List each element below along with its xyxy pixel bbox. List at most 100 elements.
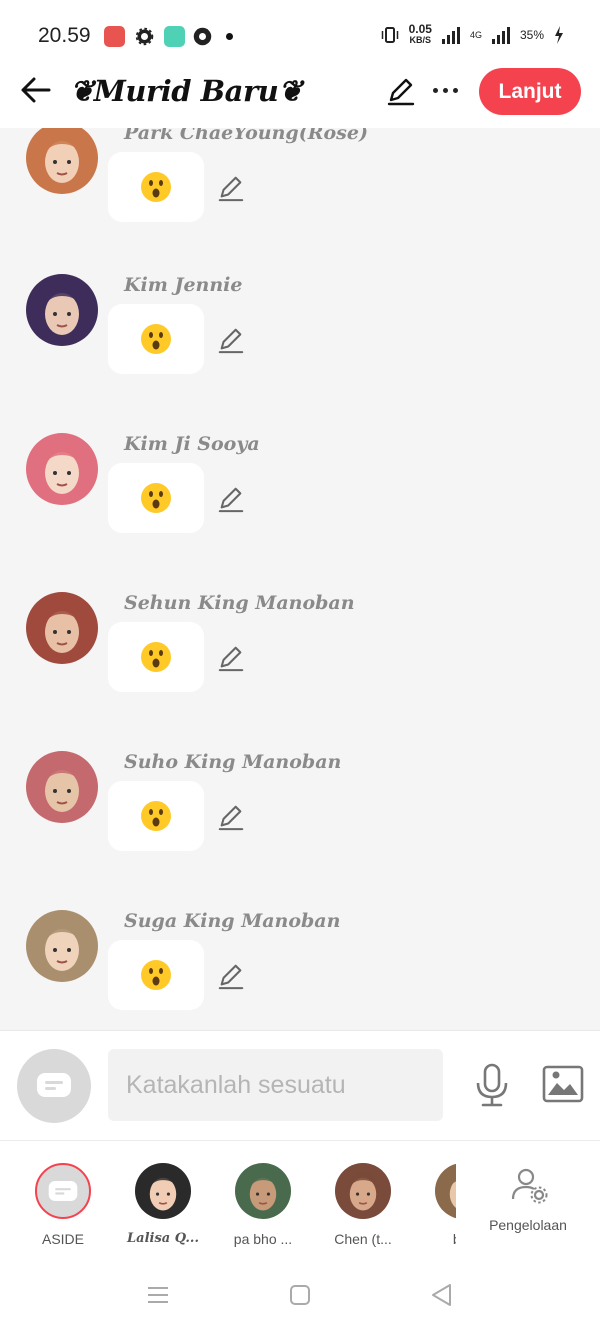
chat-message[interactable]: Kim Ji Sooya — [0, 433, 600, 573]
character-avatar[interactable] — [26, 751, 98, 823]
music-app-icon — [104, 26, 125, 47]
edit-title-button[interactable] — [386, 76, 416, 106]
astonished-face-icon — [140, 323, 172, 355]
network-speed: 0.05 KB/S — [408, 22, 432, 46]
character-name: Suga King Manoban — [124, 910, 341, 932]
speed-value: 0.05 — [408, 22, 432, 36]
status-time: 20.59 — [38, 24, 91, 47]
role-label: Chen (t... — [334, 1231, 392, 1247]
more-options-button[interactable] — [430, 78, 460, 102]
chat-message[interactable]: Kim Jennie — [0, 274, 600, 414]
system-nav-bar — [0, 1260, 600, 1333]
message-bubble[interactable] — [108, 304, 204, 374]
chat-message[interactable]: Sehun King Manoban — [0, 592, 600, 732]
role-bar: barChen (t...pa bho ...Lalisa Q...ASIDE … — [0, 1140, 600, 1260]
character-name: Sehun King Manoban — [124, 592, 355, 614]
pencil-icon — [217, 805, 245, 835]
role-label: Lalisa Q... — [127, 1231, 199, 1246]
pencil-icon — [387, 78, 415, 106]
role-avatar — [235, 1163, 291, 1219]
role-label: pa bho ... — [233, 1231, 293, 1247]
cell-signal-icon — [491, 26, 510, 44]
message-bubble[interactable] — [108, 781, 204, 851]
pencil-icon — [217, 328, 245, 358]
message-type-button[interactable] — [17, 1049, 91, 1123]
menu-icon — [148, 1287, 168, 1303]
chat-list[interactable]: Park ChaeYoung(Rose) Kim Jennie Kim Ji Soo… — [0, 128, 600, 1030]
square-icon — [290, 1285, 310, 1305]
back-arrow-icon — [21, 77, 51, 103]
role-character[interactable]: Chen (t... — [318, 1163, 408, 1255]
message-input-placeholder: Katakanlah sesuatu — [126, 1070, 346, 1099]
edit-message-button[interactable] — [217, 803, 245, 831]
role-avatar — [435, 1163, 456, 1219]
astonished-face-icon — [140, 959, 172, 991]
role-character[interactable]: Lalisa Q... — [118, 1163, 208, 1255]
character-avatar[interactable] — [26, 592, 98, 664]
next-button[interactable]: Lanjut — [479, 68, 581, 115]
chat-message[interactable]: Park ChaeYoung(Rose) — [0, 128, 600, 262]
settings-icon — [134, 26, 155, 47]
character-avatar[interactable] — [26, 274, 98, 346]
speed-unit: KB/S — [409, 35, 432, 45]
role-aside[interactable]: ASIDE — [18, 1163, 108, 1255]
pencil-icon — [217, 964, 245, 994]
astonished-face-icon — [140, 171, 172, 203]
edit-message-button[interactable] — [217, 174, 245, 202]
battery-percent: 35% — [519, 28, 544, 42]
chat-message[interactable]: Suho King Manoban — [0, 751, 600, 891]
recent-apps-button[interactable] — [145, 1282, 171, 1308]
character-name: Kim Jennie — [124, 274, 243, 296]
calendar-app-icon — [164, 26, 185, 47]
message-bubble[interactable] — [108, 463, 204, 533]
character-name: Park ChaeYoung(Rose) — [124, 128, 368, 144]
chat-bubble-icon — [37, 1073, 71, 1097]
character-avatar[interactable] — [26, 128, 98, 194]
role-character[interactable]: bar — [418, 1163, 456, 1255]
astonished-face-icon — [140, 800, 172, 832]
message-bubble[interactable] — [108, 622, 204, 692]
character-name: Kim Ji Sooya — [124, 433, 260, 455]
edit-message-button[interactable] — [217, 326, 245, 354]
chat-message[interactable]: Suga King Manoban — [0, 910, 600, 1030]
message-bubble[interactable] — [108, 152, 204, 222]
character-avatar[interactable] — [26, 433, 98, 505]
header: ❦Murid Baru❦ Lanjut — [0, 60, 600, 128]
role-avatar — [335, 1163, 391, 1219]
more-dots-icon — [432, 87, 438, 93]
wifi-signal-icon — [441, 26, 460, 44]
character-avatar[interactable] — [26, 910, 98, 982]
charging-icon — [555, 26, 563, 44]
back-nav-button[interactable] — [429, 1282, 455, 1308]
manage-button[interactable]: Pengelolaan — [478, 1163, 578, 1243]
back-button[interactable] — [20, 74, 52, 106]
home-button[interactable] — [287, 1282, 313, 1308]
user-settings-icon — [511, 1168, 548, 1204]
notification-dot — [226, 33, 233, 40]
edit-message-button[interactable] — [217, 644, 245, 672]
triangle-back-icon — [432, 1284, 451, 1306]
astonished-face-icon — [140, 641, 172, 673]
edit-message-button[interactable] — [217, 962, 245, 990]
voice-input-button[interactable] — [474, 1063, 510, 1107]
message-input[interactable]: Katakanlah sesuatu — [108, 1049, 443, 1121]
character-name: Suho King Manoban — [124, 751, 342, 773]
role-character[interactable]: pa bho ... — [218, 1163, 308, 1255]
pencil-icon — [217, 176, 245, 206]
status-right: 0.05 KB/S 4G 35% — [381, 22, 564, 46]
image-button[interactable] — [542, 1065, 584, 1103]
edit-message-button[interactable] — [217, 485, 245, 513]
vibrate-icon — [381, 27, 398, 43]
role-avatar — [135, 1163, 191, 1219]
pencil-icon — [217, 646, 245, 676]
image-icon — [542, 1065, 584, 1103]
pencil-icon — [217, 487, 245, 517]
chrome-icon — [192, 26, 213, 47]
narrator-avatar — [35, 1163, 91, 1219]
microphone-icon — [476, 1063, 508, 1107]
network-type: 4G — [469, 30, 482, 40]
astonished-face-icon — [140, 482, 172, 514]
role-label: bar — [418, 1231, 456, 1247]
input-bar: Katakanlah sesuatu — [0, 1030, 600, 1140]
message-bubble[interactable] — [108, 940, 204, 1010]
